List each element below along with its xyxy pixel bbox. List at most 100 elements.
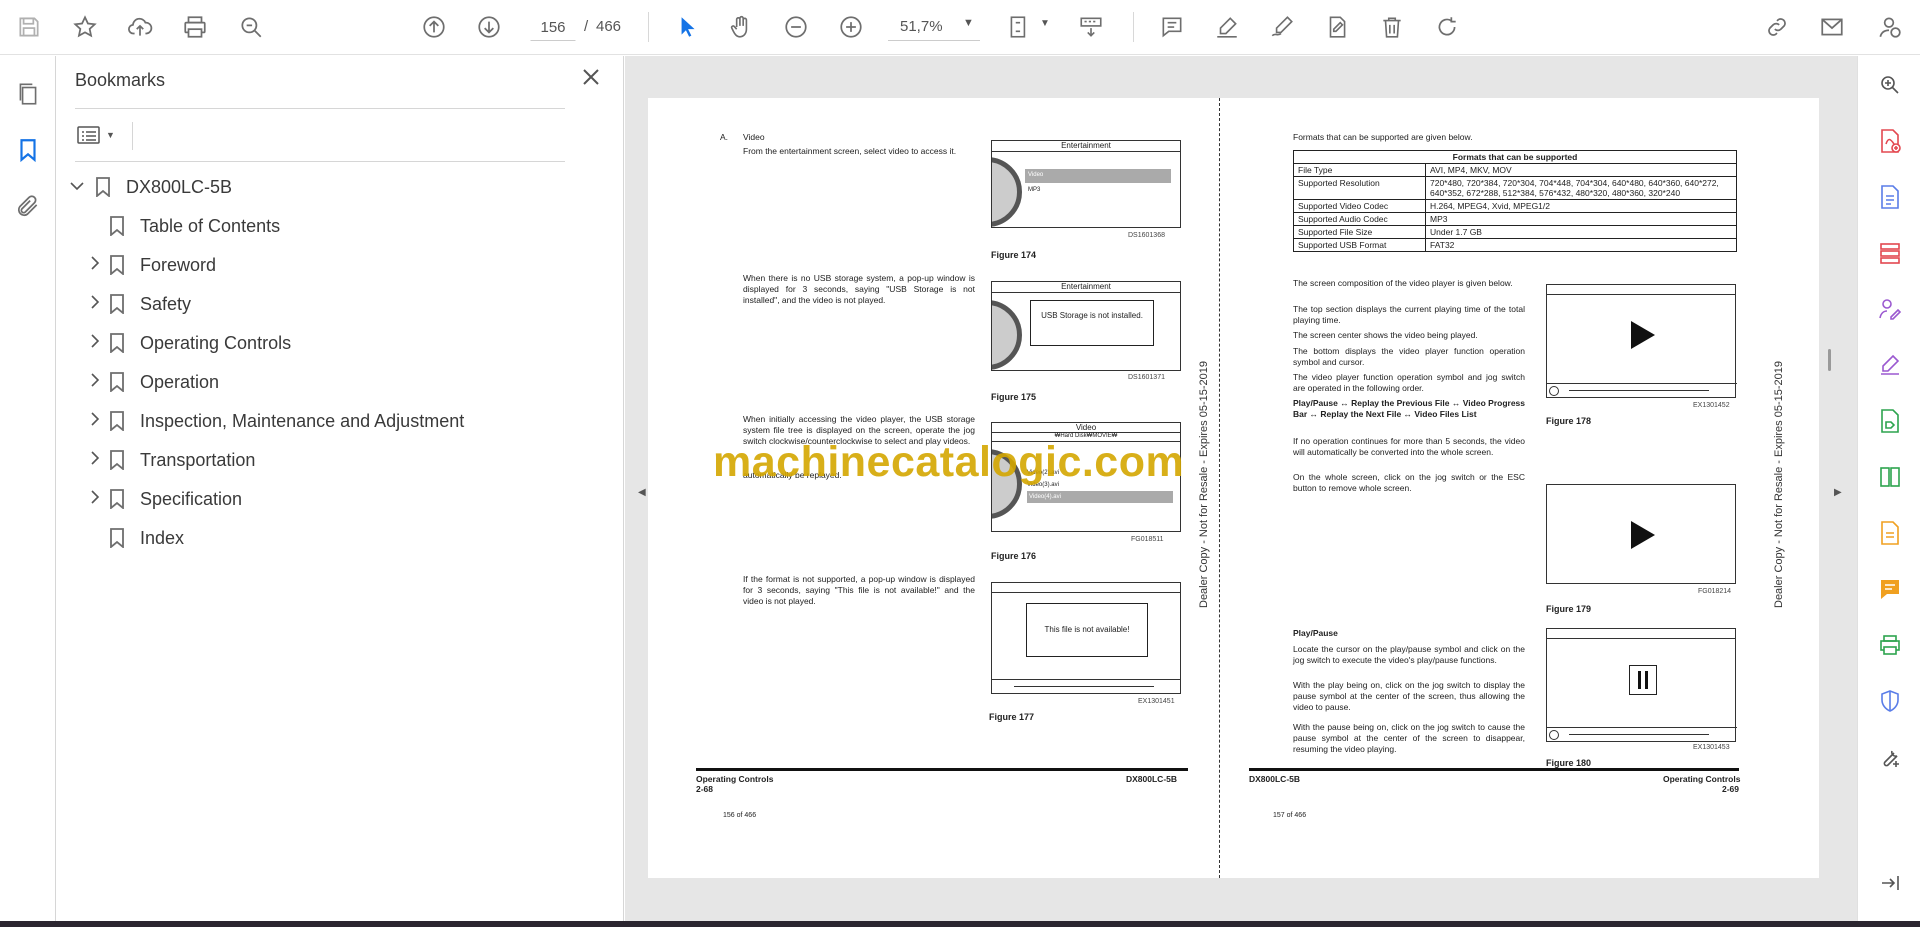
collapse-left-arrow-icon[interactable]: ◀ xyxy=(638,487,646,498)
bookmark-item[interactable]: Specification xyxy=(90,481,242,517)
hand-tool-icon[interactable] xyxy=(722,8,760,46)
next-page-icon[interactable] xyxy=(470,8,508,46)
chevron-right-icon[interactable] xyxy=(90,450,110,470)
menu-item: MP3 xyxy=(1028,187,1041,193)
paragraph: If no operation continues for more than … xyxy=(1293,436,1525,457)
chevron-right-icon[interactable] xyxy=(90,411,110,431)
chevron-right-icon[interactable] xyxy=(90,294,110,314)
figure-caption: Figure 179 xyxy=(1546,604,1592,614)
bookmark-item[interactable]: Safety xyxy=(90,286,191,322)
page-fold-line xyxy=(1219,98,1220,878)
vertical-scrollbar[interactable] xyxy=(1828,349,1831,371)
fit-page-icon[interactable] xyxy=(1000,8,1038,46)
redo-icon[interactable] xyxy=(1428,8,1466,46)
combine-files-icon[interactable] xyxy=(1875,518,1905,548)
edit-pdf-icon[interactable] xyxy=(1875,406,1905,436)
create-pdf-icon[interactable] xyxy=(1875,182,1905,212)
save-icon[interactable] xyxy=(10,8,48,46)
print-icon[interactable] xyxy=(176,8,214,46)
paragraph: The screen composition of the video play… xyxy=(1293,278,1513,288)
paragraph: With the pause being on, click on the jo… xyxy=(1293,722,1525,754)
organize-pages-icon[interactable] xyxy=(1875,238,1905,268)
play-pause-button[interactable] xyxy=(1549,730,1559,740)
total-pages: 466 xyxy=(596,18,622,35)
right-tools-rail xyxy=(1857,56,1920,921)
footer-model: DX800LC-5B xyxy=(1126,774,1178,784)
close-panel-icon[interactable] xyxy=(578,64,604,90)
unsupported-popup: This file is not available! xyxy=(1026,603,1148,657)
export-pdf-icon[interactable] xyxy=(1875,126,1905,156)
file-item-selected[interactable]: Video(4).avi xyxy=(1027,491,1173,503)
page-thumbnails-icon[interactable] xyxy=(10,76,46,112)
chevron-right-icon[interactable] xyxy=(90,372,110,392)
zoom-dropdown-icon[interactable]: ▼ xyxy=(963,17,974,29)
chevron-right-icon[interactable] xyxy=(90,255,110,275)
progress-bar xyxy=(1569,734,1709,735)
star-icon[interactable] xyxy=(66,8,104,46)
protect-shield-icon[interactable] xyxy=(1875,686,1905,716)
draw-pen-icon[interactable] xyxy=(1263,8,1301,46)
select-cursor-icon[interactable] xyxy=(668,8,706,46)
figure-caption: Figure 178 xyxy=(1546,416,1592,426)
video-top-bar xyxy=(992,583,1180,593)
collapse-rail-icon[interactable] xyxy=(1875,868,1905,898)
document-viewport[interactable]: ◀ ▶ A. Video From the entertainment scre… xyxy=(625,56,1857,921)
dealer-copy-notice: Dealer Copy - Not for Resale - Expires 0… xyxy=(1198,360,1210,608)
section-heading: Play/Pause xyxy=(1293,628,1338,638)
chevron-down-icon[interactable] xyxy=(70,178,90,196)
bookmark-item[interactable]: Table of Contents xyxy=(90,208,280,244)
zoom-out-icon[interactable] xyxy=(777,8,815,46)
upload-cloud-icon[interactable] xyxy=(121,8,159,46)
fill-and-sign-icon[interactable] xyxy=(1875,350,1905,380)
zoom-in-icon[interactable] xyxy=(832,8,870,46)
figure-code: DS1601371 xyxy=(1128,374,1165,381)
comment-icon[interactable] xyxy=(1153,8,1191,46)
delete-icon[interactable] xyxy=(1373,8,1411,46)
figure-caption: Figure 175 xyxy=(991,392,1037,402)
play-pause-button[interactable] xyxy=(1549,386,1559,396)
toolbar-divider xyxy=(1133,12,1134,42)
bookmark-item[interactable]: Foreword xyxy=(90,247,216,283)
highlighter-icon[interactable] xyxy=(1208,8,1246,46)
more-tools-icon[interactable] xyxy=(1875,742,1905,772)
collapse-right-arrow-icon[interactable]: ▶ xyxy=(1834,487,1842,498)
panel-divider xyxy=(75,161,565,162)
bookmark-item[interactable]: Inspection, Maintenance and Adjustment xyxy=(90,403,464,439)
bookmark-icon xyxy=(110,450,124,470)
fill-sign-icon[interactable] xyxy=(1318,8,1356,46)
page-number-input[interactable]: 156 xyxy=(530,13,576,41)
zoom-tools-icon[interactable] xyxy=(1875,70,1905,100)
chevron-right-icon[interactable] xyxy=(90,333,110,353)
bookmark-root[interactable]: DX800LC-5B xyxy=(70,169,232,205)
search-icon[interactable] xyxy=(232,8,270,46)
fit-dropdown-icon[interactable]: ▼ xyxy=(1040,18,1050,29)
previous-page-icon[interactable] xyxy=(415,8,453,46)
share-link-icon[interactable] xyxy=(1758,8,1796,46)
bookmarks-icon[interactable] xyxy=(10,132,46,168)
bookmark-item[interactable]: Index xyxy=(90,520,184,556)
request-signatures-icon[interactable] xyxy=(1875,294,1905,324)
help-user-icon[interactable] xyxy=(1870,8,1908,46)
play-icon xyxy=(1631,521,1655,549)
bookmark-item[interactable]: Operation xyxy=(90,364,219,400)
bookmark-label: Inspection, Maintenance and Adjustment xyxy=(140,410,465,431)
bookmark-options-icon[interactable]: ▼ xyxy=(77,122,123,148)
bookmark-icon xyxy=(110,294,124,314)
pdf-page-right: Formats that can be supported are given … xyxy=(1233,98,1819,878)
attachments-icon[interactable] xyxy=(10,188,46,224)
email-icon[interactable] xyxy=(1813,8,1851,46)
chevron-right-icon[interactable] xyxy=(90,489,110,509)
bookmark-label: Operating Controls xyxy=(140,332,292,353)
comment-tool-icon[interactable] xyxy=(1875,574,1905,604)
scroll-mode-icon[interactable] xyxy=(1072,8,1110,46)
left-navigation-rail xyxy=(0,56,56,921)
figure-code: DS1601368 xyxy=(1128,232,1165,239)
bookmark-item[interactable]: Operating Controls xyxy=(90,325,291,361)
section-title: Video xyxy=(743,132,765,142)
video-top-bar xyxy=(1547,285,1735,295)
figure-code: FG018214 xyxy=(1698,588,1732,595)
compare-files-icon[interactable] xyxy=(1875,462,1905,492)
print-production-icon[interactable] xyxy=(1875,630,1905,660)
bookmark-icon xyxy=(110,216,124,236)
bookmark-item[interactable]: Transportation xyxy=(90,442,255,478)
